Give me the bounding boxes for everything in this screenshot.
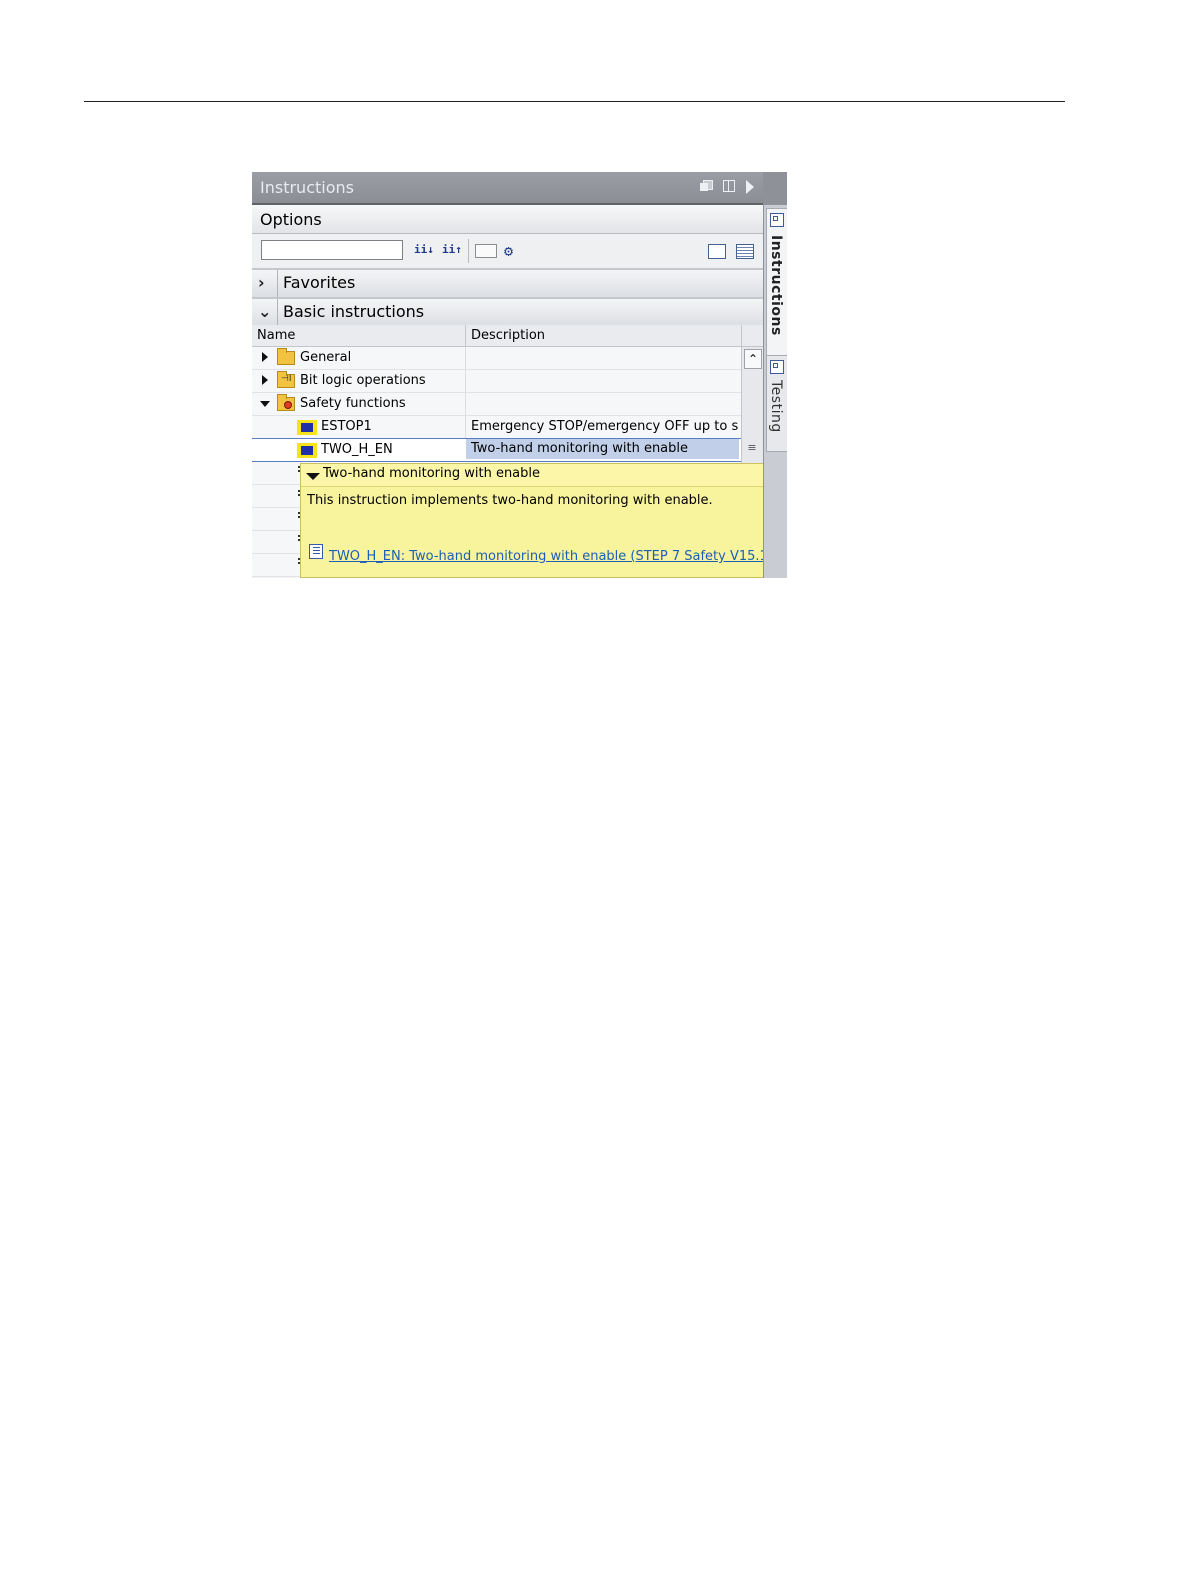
tooltip-body: This instruction implements two-hand mon… [307,493,713,508]
collapse-icon[interactable] [260,401,270,407]
favorites-label: Favorites [283,273,356,292]
list-view-icon[interactable] [736,244,754,259]
basic-instructions-label: Basic instructions [283,302,425,321]
column-divider [465,416,466,438]
row-name: TWO_H_EN [321,442,393,457]
section-divider [277,270,278,297]
tooltip-header[interactable]: Two-hand monitoring with enable [301,464,787,487]
column-divider [741,325,742,346]
tree-row-estop1[interactable]: ESTOP1 Emergency STOP/emergency OFF up t… [252,416,741,439]
column-divider [465,393,466,415]
row-description: Emergency STOP/emergency OFF up to s... [471,419,739,434]
side-strip-top [764,172,787,205]
collapse-arrow-icon[interactable] [746,180,754,194]
column-divider[interactable] [465,325,466,346]
panel-title: Instructions [260,178,354,197]
row-name: ESTOP1 [321,419,372,434]
options-toolbar: ii↓ ii↑ ⚙ [252,234,763,269]
tree-row-safety-functions[interactable]: Safety functions [252,393,741,416]
chevron-down-icon: ⌄ [258,302,272,321]
column-divider [465,347,466,369]
folder-icon [277,348,295,365]
row-name: Safety functions [300,396,406,411]
restore-icon[interactable] [700,180,713,192]
caret-down-icon [306,473,320,480]
search-up-icon[interactable]: ii↑ [442,243,462,257]
section-divider [277,299,278,326]
scroll-up-button[interactable]: ⌃ [744,349,762,369]
column-divider [465,370,466,392]
basic-instructions-section[interactable]: ⌄ Basic instructions [252,297,763,327]
update-icon[interactable]: ⚙ [504,242,524,260]
instructions-panel: Instructions Options ii↓ ii↑ ⚙ › Favorit… [252,172,787,578]
safety-folder-icon [277,394,295,411]
tab-label: Testing [768,380,784,433]
single-view-icon[interactable] [708,244,726,259]
options-label: Options [260,210,322,229]
bit-logic-folder-icon [277,371,295,388]
row-name: General [300,350,352,365]
side-tab-strip: Instructions Testing [763,172,787,578]
tree-row-two-h-en[interactable]: TWO_H_EN Two-hand monitoring with enable [252,438,741,462]
search-down-icon[interactable]: ii↓ [414,243,434,257]
tab-testing[interactable]: Testing [766,355,787,452]
function-block-icon [297,420,317,435]
table-header: Name Description [252,325,763,347]
chevron-right-icon: › [258,273,265,292]
expand-icon[interactable] [262,375,268,385]
tree-row-general[interactable]: General [252,347,741,370]
tab-instructions[interactable]: Instructions [766,208,787,360]
panel-titlebar: Instructions [252,172,763,205]
help-link[interactable]: TWO_H_EN: Two-hand monitoring with enabl… [329,549,773,564]
page-header-rule [84,101,1065,102]
column-description[interactable]: Description [471,328,545,343]
search-input[interactable] [261,240,403,260]
scroll-thumb[interactable]: ≡ [744,441,760,459]
instruction-tooltip: Two-hand monitoring with enable This ins… [300,463,787,578]
tooltip-title: Two-hand monitoring with enable [323,466,541,481]
document-link-icon [309,544,323,559]
function-block-icon [297,443,317,458]
instructions-icon [770,213,784,227]
version-icon[interactable] [475,244,497,258]
favorites-section[interactable]: › Favorites [252,268,763,298]
row-name: Bit logic operations [300,373,426,388]
tree-row-bit-logic[interactable]: Bit logic operations [252,370,741,393]
toolbar-divider [468,239,469,263]
column-name[interactable]: Name [257,328,295,343]
testing-icon [770,360,784,374]
tab-label: Instructions [768,235,784,336]
options-header[interactable]: Options [252,205,763,234]
split-view-icon[interactable] [723,180,735,192]
expand-icon[interactable] [262,352,268,362]
row-description: Two-hand monitoring with enable [466,439,739,459]
